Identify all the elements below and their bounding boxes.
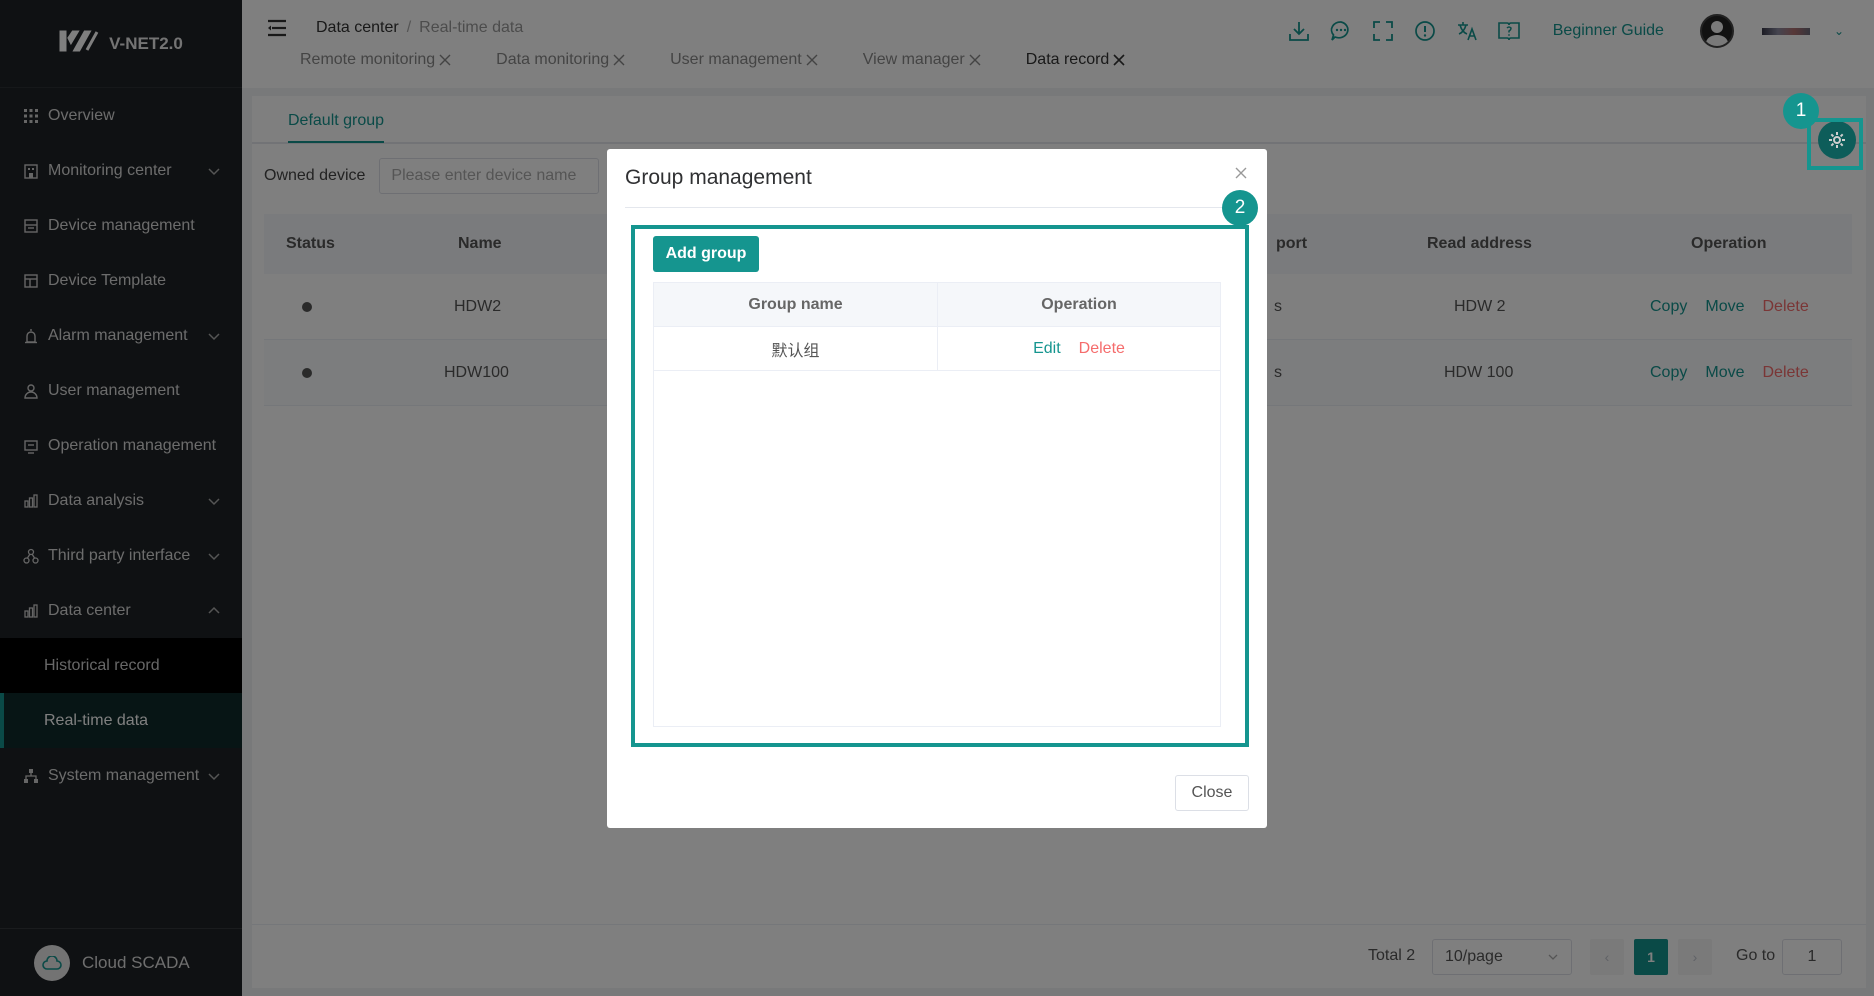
add-group-button[interactable]: Add group bbox=[653, 236, 759, 272]
delete-button[interactable]: Delete bbox=[1079, 340, 1125, 358]
step-badge-2: 2 bbox=[1222, 190, 1258, 226]
group-operations: Edit Delete bbox=[938, 327, 1220, 370]
edit-button[interactable]: Edit bbox=[1033, 340, 1061, 358]
highlight-box-1 bbox=[1807, 118, 1863, 170]
group-management-dialog: Group management Add group Group name Op… bbox=[607, 149, 1267, 828]
close-icon[interactable] bbox=[1233, 165, 1249, 181]
col-operation: Operation bbox=[1041, 295, 1117, 313]
col-group-name: Group name bbox=[654, 283, 938, 326]
step-badge-1: 1 bbox=[1783, 93, 1819, 129]
close-button[interactable]: Close bbox=[1175, 775, 1249, 811]
group-table: Group name Operation 默认组 Edit Delete bbox=[653, 282, 1221, 727]
group-name-cell: 默认组 bbox=[654, 327, 938, 370]
group-table-header: Group name Operation bbox=[654, 283, 1220, 327]
table-row: 默认组 Edit Delete bbox=[654, 327, 1220, 371]
dialog-divider bbox=[625, 207, 1249, 208]
dialog-title: Group management bbox=[625, 166, 812, 189]
